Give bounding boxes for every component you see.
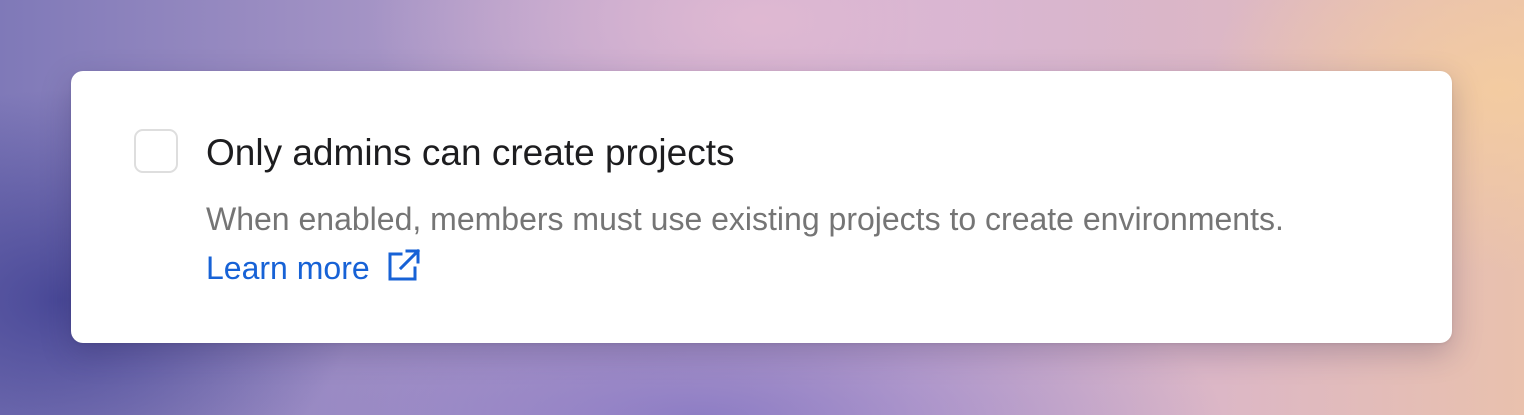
learn-more-label: Learn more <box>206 250 370 286</box>
setting-card: Only admins can create projects When ena… <box>71 71 1452 343</box>
learn-more-link[interactable]: Learn more <box>206 248 422 286</box>
setting-description-text: When enabled, members must use existing … <box>206 201 1284 237</box>
setting-title: Only admins can create projects <box>206 132 735 173</box>
setting-description: When enabled, members must use existing … <box>206 195 1286 293</box>
external-link-icon <box>388 248 420 281</box>
admins-only-projects-checkbox[interactable] <box>134 129 178 173</box>
